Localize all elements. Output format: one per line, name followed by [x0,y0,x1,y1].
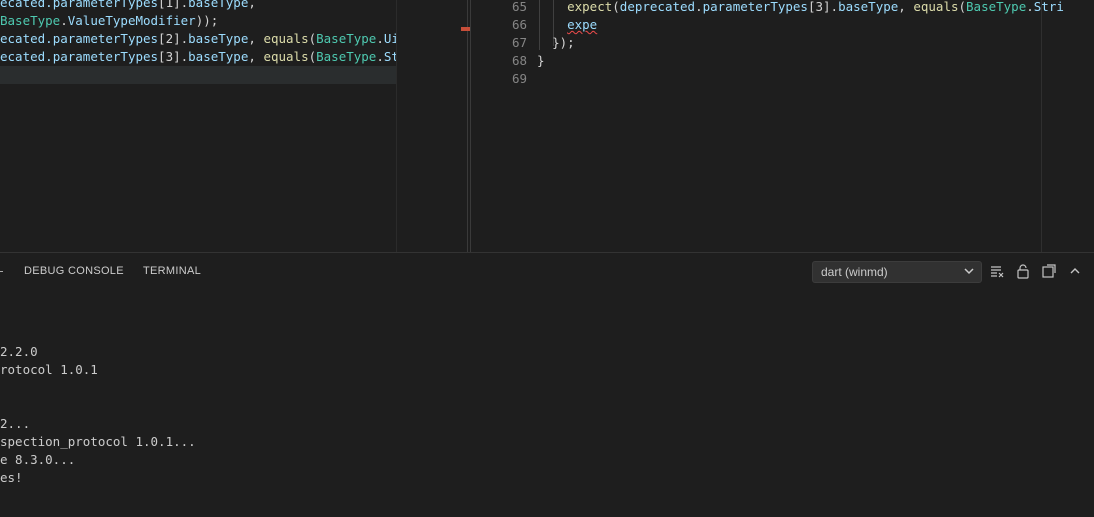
code-token: ecated. [0,31,53,46]
code-token: [3]. [807,0,839,14]
code-token: [2]. [158,31,189,46]
panel-header: DEBUG CONSOLE TERMINAL dart (winmd) [0,253,1094,289]
clear-output-icon[interactable] [989,263,1005,279]
open-in-editor-icon[interactable] [1041,263,1057,279]
left-code-area[interactable]: ecated.parameterTypes[1].baseType, BaseTy… [0,0,396,84]
code-line[interactable]: ecated.parameterTypes[1].baseType, [0,0,396,12]
code-line[interactable]: expect(deprecated.parameterTypes[3].base… [537,0,1064,16]
code-token: BaseType [966,0,1027,14]
console-line: rotocol 1.0.1 [0,362,98,377]
code-token: ecated. [0,49,53,64]
code-line[interactable]: BaseType.ValueTypeModifier)); [0,12,396,30]
code-token: Stri [1033,0,1064,14]
code-token: . [1026,0,1034,14]
left-editor[interactable]: ecated.parameterTypes[1].baseType, BaseTy… [0,0,396,252]
code-token: expect [567,0,613,14]
code-token: BaseType [0,13,61,28]
code-token: . [60,13,68,28]
code-token: } [537,53,545,68]
code-token: parameterTypes [52,31,159,46]
console-line: 2.2.0 [0,344,38,359]
code-token: , [248,49,264,64]
code-token: [1]. [158,0,189,10]
code-token: )); [195,13,219,28]
console-line: 2... [0,416,31,431]
code-token: }); [552,35,575,50]
code-token: Uint [383,31,396,46]
code-token: Stri [383,49,396,64]
console-line: spection_protocol 1.0.1... [0,434,196,449]
code-line[interactable] [0,66,396,84]
code-token: parameterTypes [52,49,159,64]
code-token: equals [913,0,959,14]
code-line[interactable]: ecated.parameterTypes[2].baseType, equal… [0,30,396,48]
code-token: parameterTypes [52,0,159,10]
line-number: 68 [511,53,527,68]
chevron-down-icon [964,268,974,275]
editor-scrollbar[interactable] [1041,0,1042,252]
code-token: parameterTypes [702,0,808,14]
debug-session-select[interactable]: dart (winmd) [812,261,982,283]
code-token: ( [612,0,620,14]
console-line: e 8.3.0... [0,452,76,467]
code-line[interactable]: ecated.parameterTypes[3].baseType, equal… [0,48,396,66]
line-number: 66 [511,17,527,32]
code-token: ( [958,0,967,14]
code-token: . [376,49,384,64]
code-token: deprecated [619,0,696,14]
console-line: es! [0,470,23,485]
line-number-gutter: 65 66 67 68 69 [397,0,537,88]
code-token: . [376,31,384,46]
code-token: equals [263,31,309,46]
code-token: ecated. [0,0,53,10]
code-token: ValueTypeModifier [67,13,196,28]
debug-console-output[interactable]: 2.2.0 rotocol 1.0.1 2... spection_protocol … [0,289,1094,517]
code-token: [3]. [158,49,189,64]
chevron-up-icon[interactable] [1067,263,1083,279]
code-line[interactable]: } [537,52,1064,70]
code-line[interactable]: expe [537,16,1064,34]
code-token: . [695,0,703,14]
code-line[interactable]: }); [537,34,1064,52]
code-token: baseType [838,0,899,14]
code-token: ( [308,49,317,64]
code-token: baseType [188,0,249,10]
tab-terminal[interactable]: TERMINAL [143,265,201,277]
line-number: 67 [511,35,527,50]
lock-icon[interactable] [1015,263,1031,279]
code-token: ( [308,31,317,46]
code-token: , [248,31,264,46]
code-token: expe [567,17,598,32]
right-editor[interactable]: 65 66 67 68 69 expect(deprecated.parameterTy… [397,0,1094,252]
code-token: , [898,0,914,14]
tab-edge-indicator [0,271,3,272]
debug-session-value: dart (winmd) [821,265,888,279]
code-token: , [248,0,256,10]
code-token: BaseType [316,49,377,64]
code-token: baseType [188,31,249,46]
code-token: baseType [188,49,249,64]
tab-debug-console[interactable]: DEBUG CONSOLE [24,265,124,277]
code-token: equals [263,49,309,64]
right-code-area[interactable]: expect(deprecated.parameterTypes[3].base… [537,0,1064,88]
code-token: BaseType [316,31,377,46]
line-number: 69 [511,71,527,86]
bottom-panel: DEBUG CONSOLE TERMINAL dart (winmd) 2.2.… [0,252,1094,517]
line-number: 65 [511,0,527,14]
code-line[interactable] [537,70,1064,88]
